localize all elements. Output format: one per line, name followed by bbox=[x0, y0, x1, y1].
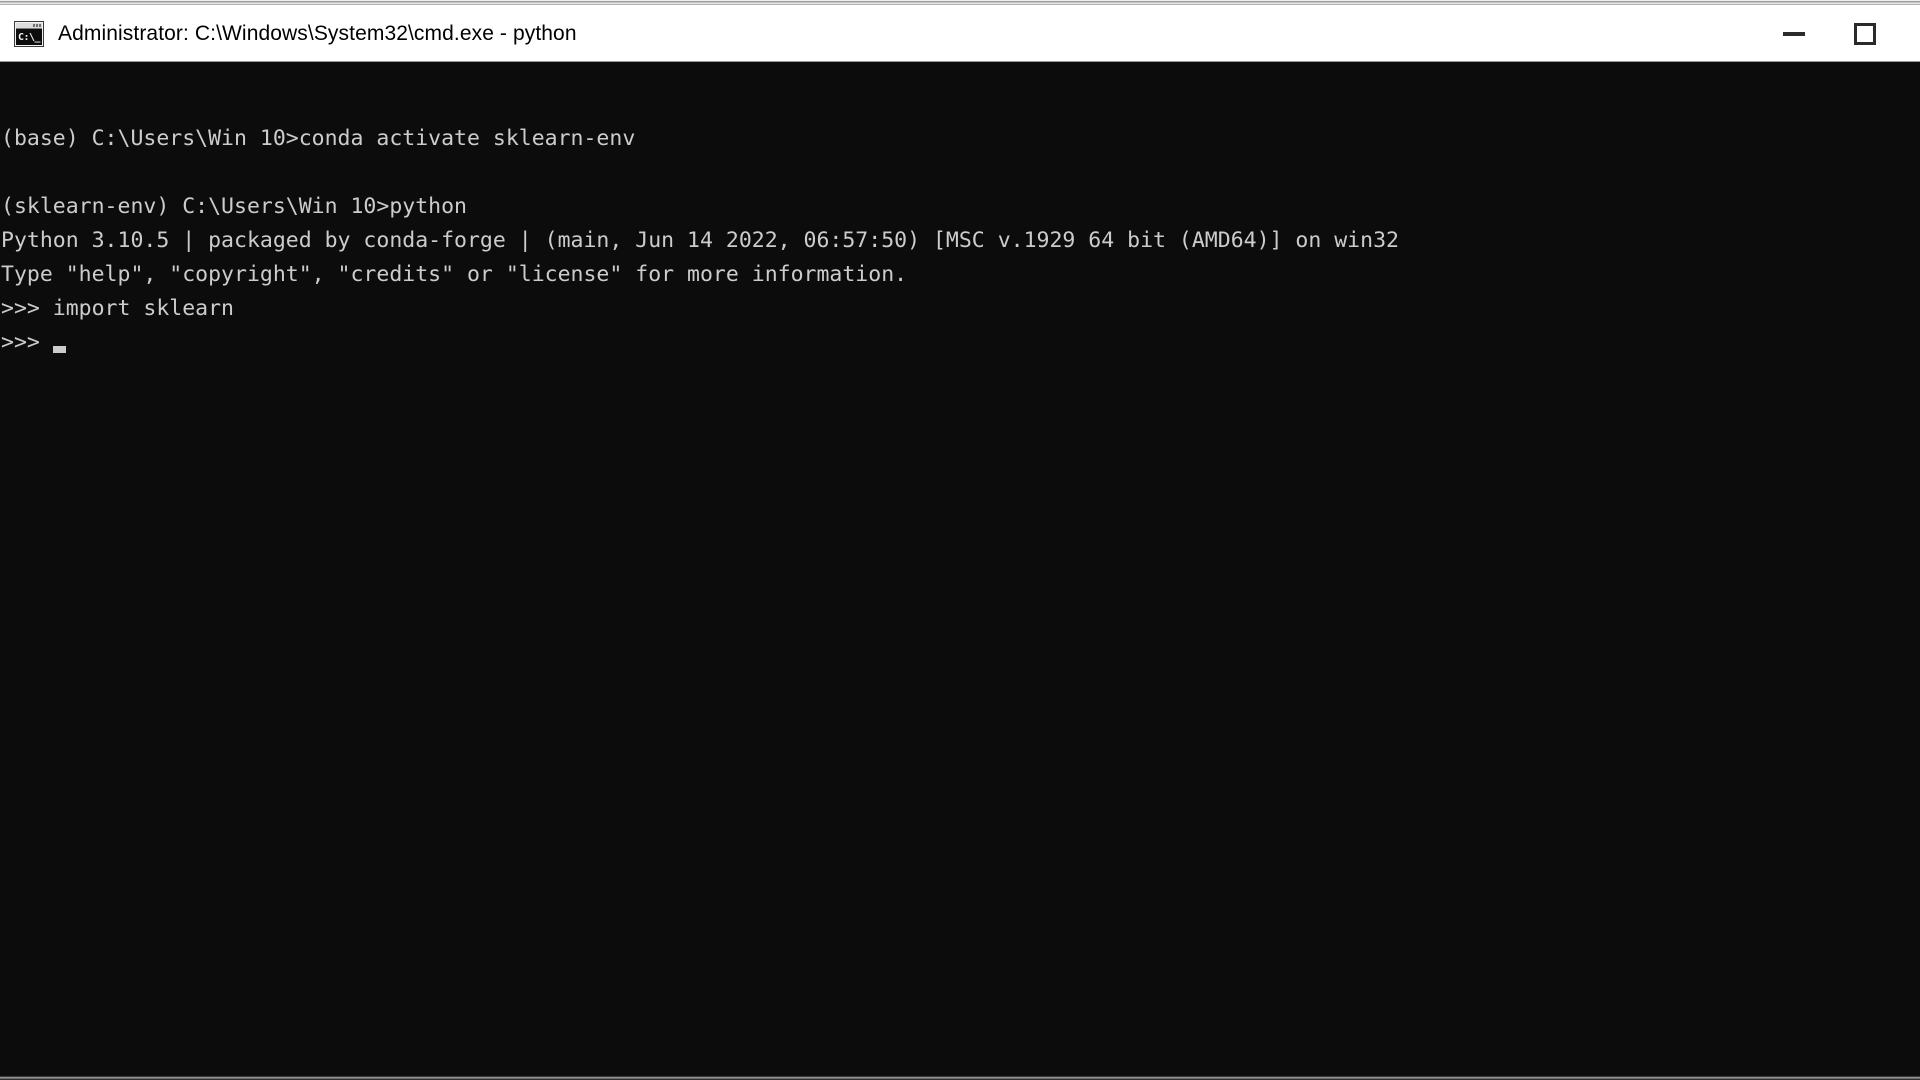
cmd-console-icon-screen: C:\_ bbox=[16, 28, 42, 45]
minimize-button[interactable] bbox=[1747, 6, 1840, 61]
text-cursor bbox=[52, 346, 66, 353]
window-bottom-border bbox=[0, 1076, 1920, 1080]
terminal-line: (base) C:\Users\Win 10>conda activate sk… bbox=[1, 126, 636, 151]
terminal-line: (sklearn-env) C:\Users\Win 10>python bbox=[1, 194, 467, 219]
cmd-console-icon-dots bbox=[33, 23, 41, 27]
window-titlebar[interactable]: C:\_ Administrator: C:\Windows\System32\… bbox=[0, 6, 1920, 62]
maximize-button[interactable] bbox=[1840, 6, 1920, 61]
window-controls bbox=[1747, 6, 1920, 61]
python-prompt: >>> bbox=[1, 330, 53, 355]
terminal-lines: (base) C:\Users\Win 10>conda activate sk… bbox=[0, 62, 1920, 360]
minimize-icon bbox=[1782, 31, 1805, 36]
command-prompt-window: C:\_ Administrator: C:\Windows\System32\… bbox=[0, 0, 1920, 1080]
terminal-line: >>> import sklearn bbox=[1, 296, 234, 321]
window-title: Administrator: C:\Windows\System32\cmd.e… bbox=[58, 21, 577, 45]
terminal-line: Python 3.10.5 | packaged by conda-forge … bbox=[1, 228, 1399, 253]
terminal-line: Type "help", "copyright", "credits" or "… bbox=[1, 262, 908, 287]
terminal-active-prompt-line[interactable]: >>> bbox=[1, 326, 1920, 360]
cmd-console-icon: C:\_ bbox=[14, 20, 44, 47]
titlebar-left-group: C:\_ Administrator: C:\Windows\System32\… bbox=[0, 6, 577, 61]
maximize-icon bbox=[1854, 22, 1876, 45]
terminal-output-area[interactable]: (base) C:\Users\Win 10>conda activate sk… bbox=[0, 62, 1920, 1080]
